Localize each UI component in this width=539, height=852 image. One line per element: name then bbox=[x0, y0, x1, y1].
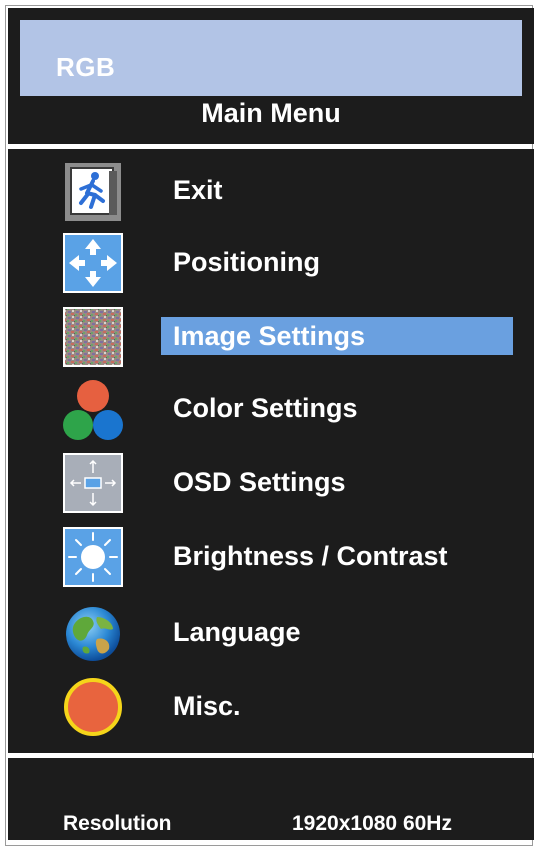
osd-header: RGB Main Menu bbox=[8, 8, 534, 144]
positioning-arrows-icon bbox=[63, 233, 123, 293]
resolution-label: Resolution bbox=[63, 812, 172, 835]
menu-item-color-settings[interactable]: Color Settings bbox=[8, 379, 534, 447]
main-menu-list: Exit Positioning Image Settings Color Se… bbox=[8, 149, 534, 753]
osd-position-icon bbox=[63, 453, 123, 513]
menu-item-label: Color Settings bbox=[173, 393, 358, 423]
rgb-circles-icon bbox=[63, 379, 123, 440]
menu-item-label: Positioning bbox=[173, 247, 320, 277]
menu-item-misc[interactable]: Misc. bbox=[8, 677, 534, 745]
menu-title: Main Menu bbox=[201, 98, 341, 128]
input-source-label: RGB bbox=[56, 52, 116, 82]
status-footer: Resolution 1920x1080 60Hz bbox=[8, 758, 534, 840]
exit-icon bbox=[65, 163, 121, 221]
image-noise-icon bbox=[63, 307, 123, 367]
misc-circle-icon bbox=[63, 677, 123, 737]
sun-icon bbox=[63, 527, 123, 587]
menu-item-label: Brightness / Contrast bbox=[173, 541, 448, 571]
globe-icon bbox=[63, 603, 123, 663]
menu-item-label: OSD Settings bbox=[173, 467, 346, 497]
menu-item-positioning[interactable]: Positioning bbox=[8, 233, 534, 301]
menu-item-label: Exit bbox=[173, 175, 223, 205]
resolution-value: 1920x1080 60Hz bbox=[292, 812, 452, 835]
menu-item-exit[interactable]: Exit bbox=[8, 161, 534, 229]
menu-item-label: Image Settings bbox=[161, 317, 513, 355]
menu-item-image-settings[interactable]: Image Settings bbox=[8, 307, 534, 375]
menu-item-label: Misc. bbox=[173, 691, 241, 721]
menu-item-osd-settings[interactable]: OSD Settings bbox=[8, 453, 534, 521]
menu-item-brightness-contrast[interactable]: Brightness / Contrast bbox=[8, 527, 534, 595]
menu-item-language[interactable]: Language bbox=[8, 603, 534, 671]
menu-item-label: Language bbox=[173, 617, 301, 647]
